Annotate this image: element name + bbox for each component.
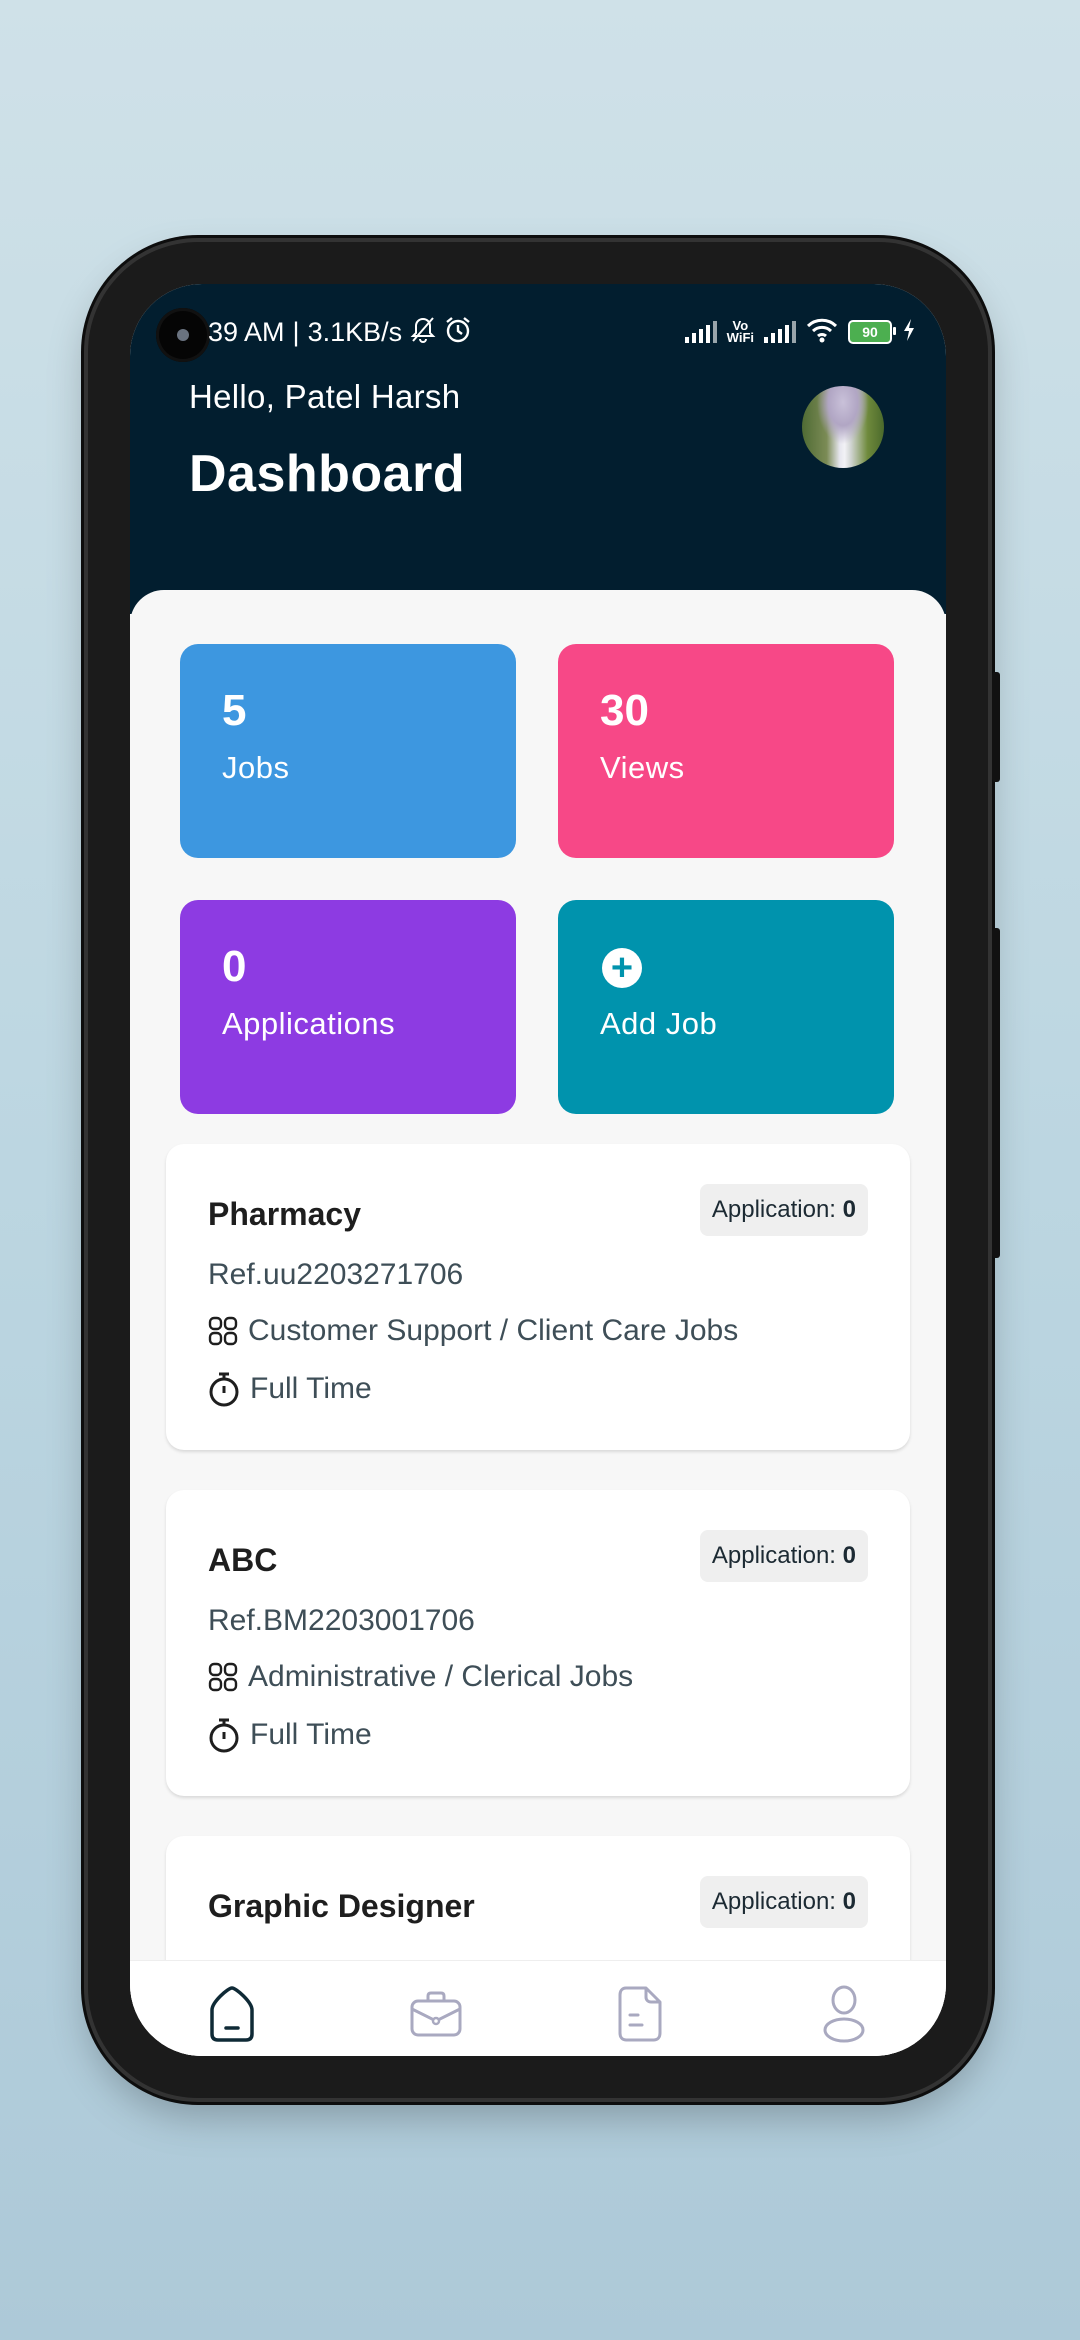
stat-card-jobs[interactable]: 5 Jobs [180,644,516,858]
battery-icon: 90 [848,320,896,344]
application-count-badge: Application: 0 [699,1530,868,1582]
phone-frame: 39 AM | 3.1KB/s Vo WiFi 90 Hello, Patel … [88,242,1000,2098]
page-title: Dashboard [189,445,466,503]
add-job-label: Add Job [600,1006,718,1041]
alarm-icon [444,316,472,348]
document-icon [618,1986,662,2042]
vowifi-icon: Vo WiFi [726,318,754,345]
charging-icon [902,318,916,346]
nav-profile[interactable] [804,1981,884,2047]
stopwatch-icon [209,1718,239,1753]
power-button [992,928,1000,1258]
job-title: ABC [208,1542,278,1578]
network-speed: 3.1KB/s [307,316,403,347]
stat-value: 5 [222,686,247,735]
status-bar: 39 AM | 3.1KB/s Vo WiFi 90 [208,312,916,352]
volume-button [992,672,1000,782]
stat-value: 30 [600,686,649,735]
application-count-badge: Application: 0 [699,1184,868,1236]
stat-label: Applications [222,1006,396,1041]
job-ref: Ref.uu2203271706 [208,1258,464,1291]
stat-label: Jobs [222,750,290,785]
job-title: Graphic Designer [208,1888,475,1924]
dashboard-content: 5 Jobs 30 Views 0 Applications + Add Job [130,590,946,2056]
signal-icon [764,321,796,343]
job-list: Pharmacy Application: 0 Ref.uu2203271706… [166,1144,910,2056]
signal-icon [684,321,717,343]
header: 39 AM | 3.1KB/s Vo WiFi 90 Hello, Patel … [130,284,946,614]
stats-grid: 5 Jobs 30 Views 0 Applications + Add Job [180,644,896,1114]
stopwatch-icon [209,1372,239,1407]
bell-off-icon [410,316,436,348]
job-card[interactable]: Pharmacy Application: 0 Ref.uu2203271706… [166,1144,910,1450]
nav-home[interactable] [192,1981,272,2047]
stat-value: 0 [222,942,247,991]
job-ref: Ref.BM2203001706 [208,1604,475,1637]
greeting: Hello, Patel Harsh [189,378,461,415]
job-title: Pharmacy [208,1196,361,1232]
add-job-button[interactable]: + Add Job [558,900,894,1114]
application-count-badge: Application: 0 [699,1876,868,1928]
category-icon [208,1662,238,1692]
status-separator: | [292,316,300,347]
job-type: Full Time [208,1717,372,1753]
bottom-nav [130,1960,946,2056]
nav-jobs[interactable] [396,1981,476,2047]
wifi-icon [806,317,838,347]
plus-circle-icon: + [602,948,642,988]
status-time: 39 AM [208,316,285,347]
front-camera [156,308,210,362]
job-card[interactable]: ABC Application: 0 Ref.BM2203001706 Admi… [166,1490,910,1796]
user-icon [823,1985,865,2043]
job-category: Administrative / Clerical Jobs [208,1660,633,1694]
stat-card-applications[interactable]: 0 Applications [180,900,516,1114]
briefcase-icon [410,1991,462,2037]
job-type: Full Time [208,1371,372,1407]
category-icon [208,1316,238,1346]
screen: 39 AM | 3.1KB/s Vo WiFi 90 Hello, Patel … [130,284,946,2056]
job-category: Customer Support / Client Care Jobs [208,1314,738,1348]
stat-label: Views [600,750,685,785]
nav-applications[interactable] [600,1981,680,2047]
home-icon [210,1986,254,2042]
avatar[interactable] [802,386,884,468]
stat-card-views[interactable]: 30 Views [558,644,894,858]
